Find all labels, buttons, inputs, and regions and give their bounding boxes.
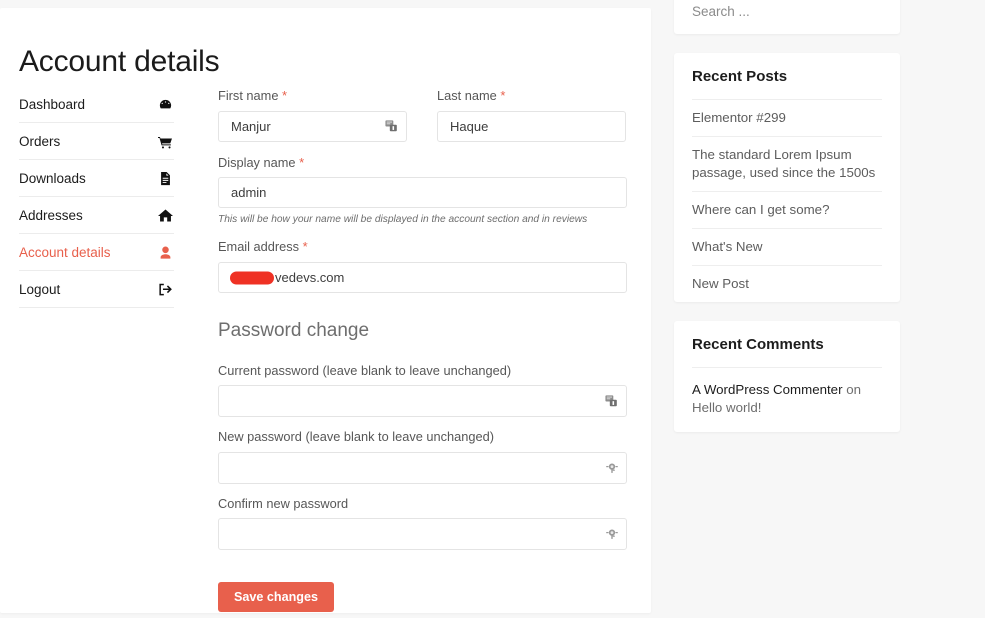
recent-posts-widget: Recent Posts Elementor #299 The standard… [674,53,900,302]
nav-label-account-details: Account details [19,244,111,260]
redaction-overlay [230,271,274,285]
current-password-field[interactable] [218,385,627,418]
nav-label-logout: Logout [19,281,61,297]
first-name-group: First name * [218,88,407,142]
sidebar-rail: Recent Posts Elementor #299 The standard… [674,0,900,451]
list-item[interactable]: Where can I get some? [692,190,882,228]
page-root: Account details Dashboard Orders Downloa… [0,0,985,618]
confirm-password-group: Confirm new password [218,496,627,550]
recent-post-link[interactable]: Where can I get some? [692,192,882,228]
confirm-password-field[interactable] [218,517,627,550]
current-password-input-wrap [218,385,627,418]
first-name-input-wrap [218,110,407,142]
list-item[interactable]: New Post [692,264,882,302]
account-nav: Dashboard Orders Downloads Addresses Acc… [19,86,174,308]
current-password-label: Current password (leave blank to leave u… [218,362,512,378]
nav-label-addresses: Addresses [19,207,83,223]
search-widget [674,0,900,34]
account-content-card: Account details Dashboard Orders Downloa… [0,8,651,613]
sidebar-item-dashboard[interactable]: Dashboard [19,86,174,123]
email-label-text: Email address [218,239,300,255]
first-name-input[interactable] [218,110,407,142]
nav-label-downloads: Downloads [19,170,86,186]
nav-item-downloads[interactable]: Downloads [19,160,174,197]
tachometer-icon [156,96,174,114]
confirm-password-input-wrap [218,517,627,550]
nav-label-dashboard: Dashboard [19,96,86,112]
last-name-input-wrap [437,110,626,142]
new-password-group: New password (leave blank to leave uncha… [218,429,627,484]
recent-post-link[interactable]: Elementor #299 [692,100,882,136]
required-asterisk: * [282,88,288,103]
comment-post-link[interactable]: Hello world! [692,400,761,415]
last-name-input[interactable] [437,110,626,142]
required-asterisk: * [500,88,506,103]
current-password-group: Current password (leave blank to leave u… [218,362,627,418]
first-name-label-text: First name [218,88,279,103]
list-item: A WordPress Commenter on Hello world! [692,366,882,433]
account-details-form: First name * Manjur Last name * Haque Di… [218,88,627,613]
page-title: Account details [19,45,220,79]
save-changes-button[interactable]: Save changes [218,581,335,613]
first-name-label: First name * [218,88,407,104]
sidebar-item-downloads[interactable]: Downloads [19,160,174,197]
new-password-input-wrap [218,451,627,484]
password-change-heading: Password change [218,320,370,342]
list-item[interactable]: The standard Lorem Ipsum passage, used s… [692,135,882,191]
recent-post-link[interactable]: New Post [692,266,882,302]
recent-posts-body: Recent Posts Elementor #299 The standard… [674,53,900,302]
recent-post-link[interactable]: What's New [692,229,882,265]
nav-item-dashboard[interactable]: Dashboard [19,86,174,123]
email-input-wrap [218,262,627,294]
display-name-label-text: Display name [218,154,296,170]
comment-connector: on [846,381,861,397]
new-password-field[interactable] [218,451,627,484]
last-name-label: Last name * [437,88,626,104]
home-icon [156,207,174,225]
required-asterisk: * [302,239,308,255]
display-name-input-wrap [218,177,627,209]
confirm-password-label: Confirm new password [218,495,349,511]
email-label: Email address * [218,239,627,255]
shopping-cart-icon [156,133,174,151]
display-name-input[interactable] [218,177,627,209]
nav-label-orders: Orders [19,133,61,149]
recent-comments-widget: Recent Comments A WordPress Commenter on… [674,320,900,433]
email-group: Email address * [218,239,627,294]
list-item[interactable]: Elementor #299 [692,99,882,136]
nav-item-orders[interactable]: Orders [19,123,174,160]
display-name-label: Display name * [218,155,627,171]
recent-comments-body: Recent Comments A WordPress Commenter on… [674,321,900,433]
recent-post-link[interactable]: The standard Lorem Ipsum passage, used s… [692,137,882,191]
sign-out-icon [156,281,174,299]
recent-comments-title: Recent Comments [692,335,824,353]
nav-item-account-details[interactable]: Account details [19,234,174,271]
last-name-group: Last name * [437,88,626,142]
display-name-helper-text: This will be how your name will be displ… [218,214,588,226]
sidebar-item-orders[interactable]: Orders [19,123,174,160]
list-item[interactable]: What's New [692,227,882,265]
sidebar-item-addresses[interactable]: Addresses [19,197,174,234]
new-password-label: New password (leave blank to leave uncha… [218,429,495,445]
last-name-label-text: Last name [437,88,497,103]
search-input[interactable] [674,0,900,34]
nav-item-logout[interactable]: Logout [19,271,174,308]
display-name-group: Display name * This will be how your nam… [218,155,627,227]
recent-posts-title: Recent Posts [692,68,788,85]
email-field[interactable] [218,262,627,294]
user-icon [156,244,174,262]
name-row: First name * Manjur Last name * Haque [218,88,627,155]
comment-author: A WordPress Commenter [692,381,843,397]
file-document-icon [156,170,174,188]
sidebar-item-logout[interactable]: Logout [19,271,174,308]
recent-posts-list: Elementor #299 The standard Lorem Ipsum … [692,99,882,302]
required-asterisk: * [299,154,305,170]
sidebar-item-account-details[interactable]: Account details [19,234,174,271]
nav-item-addresses[interactable]: Addresses [19,197,174,234]
